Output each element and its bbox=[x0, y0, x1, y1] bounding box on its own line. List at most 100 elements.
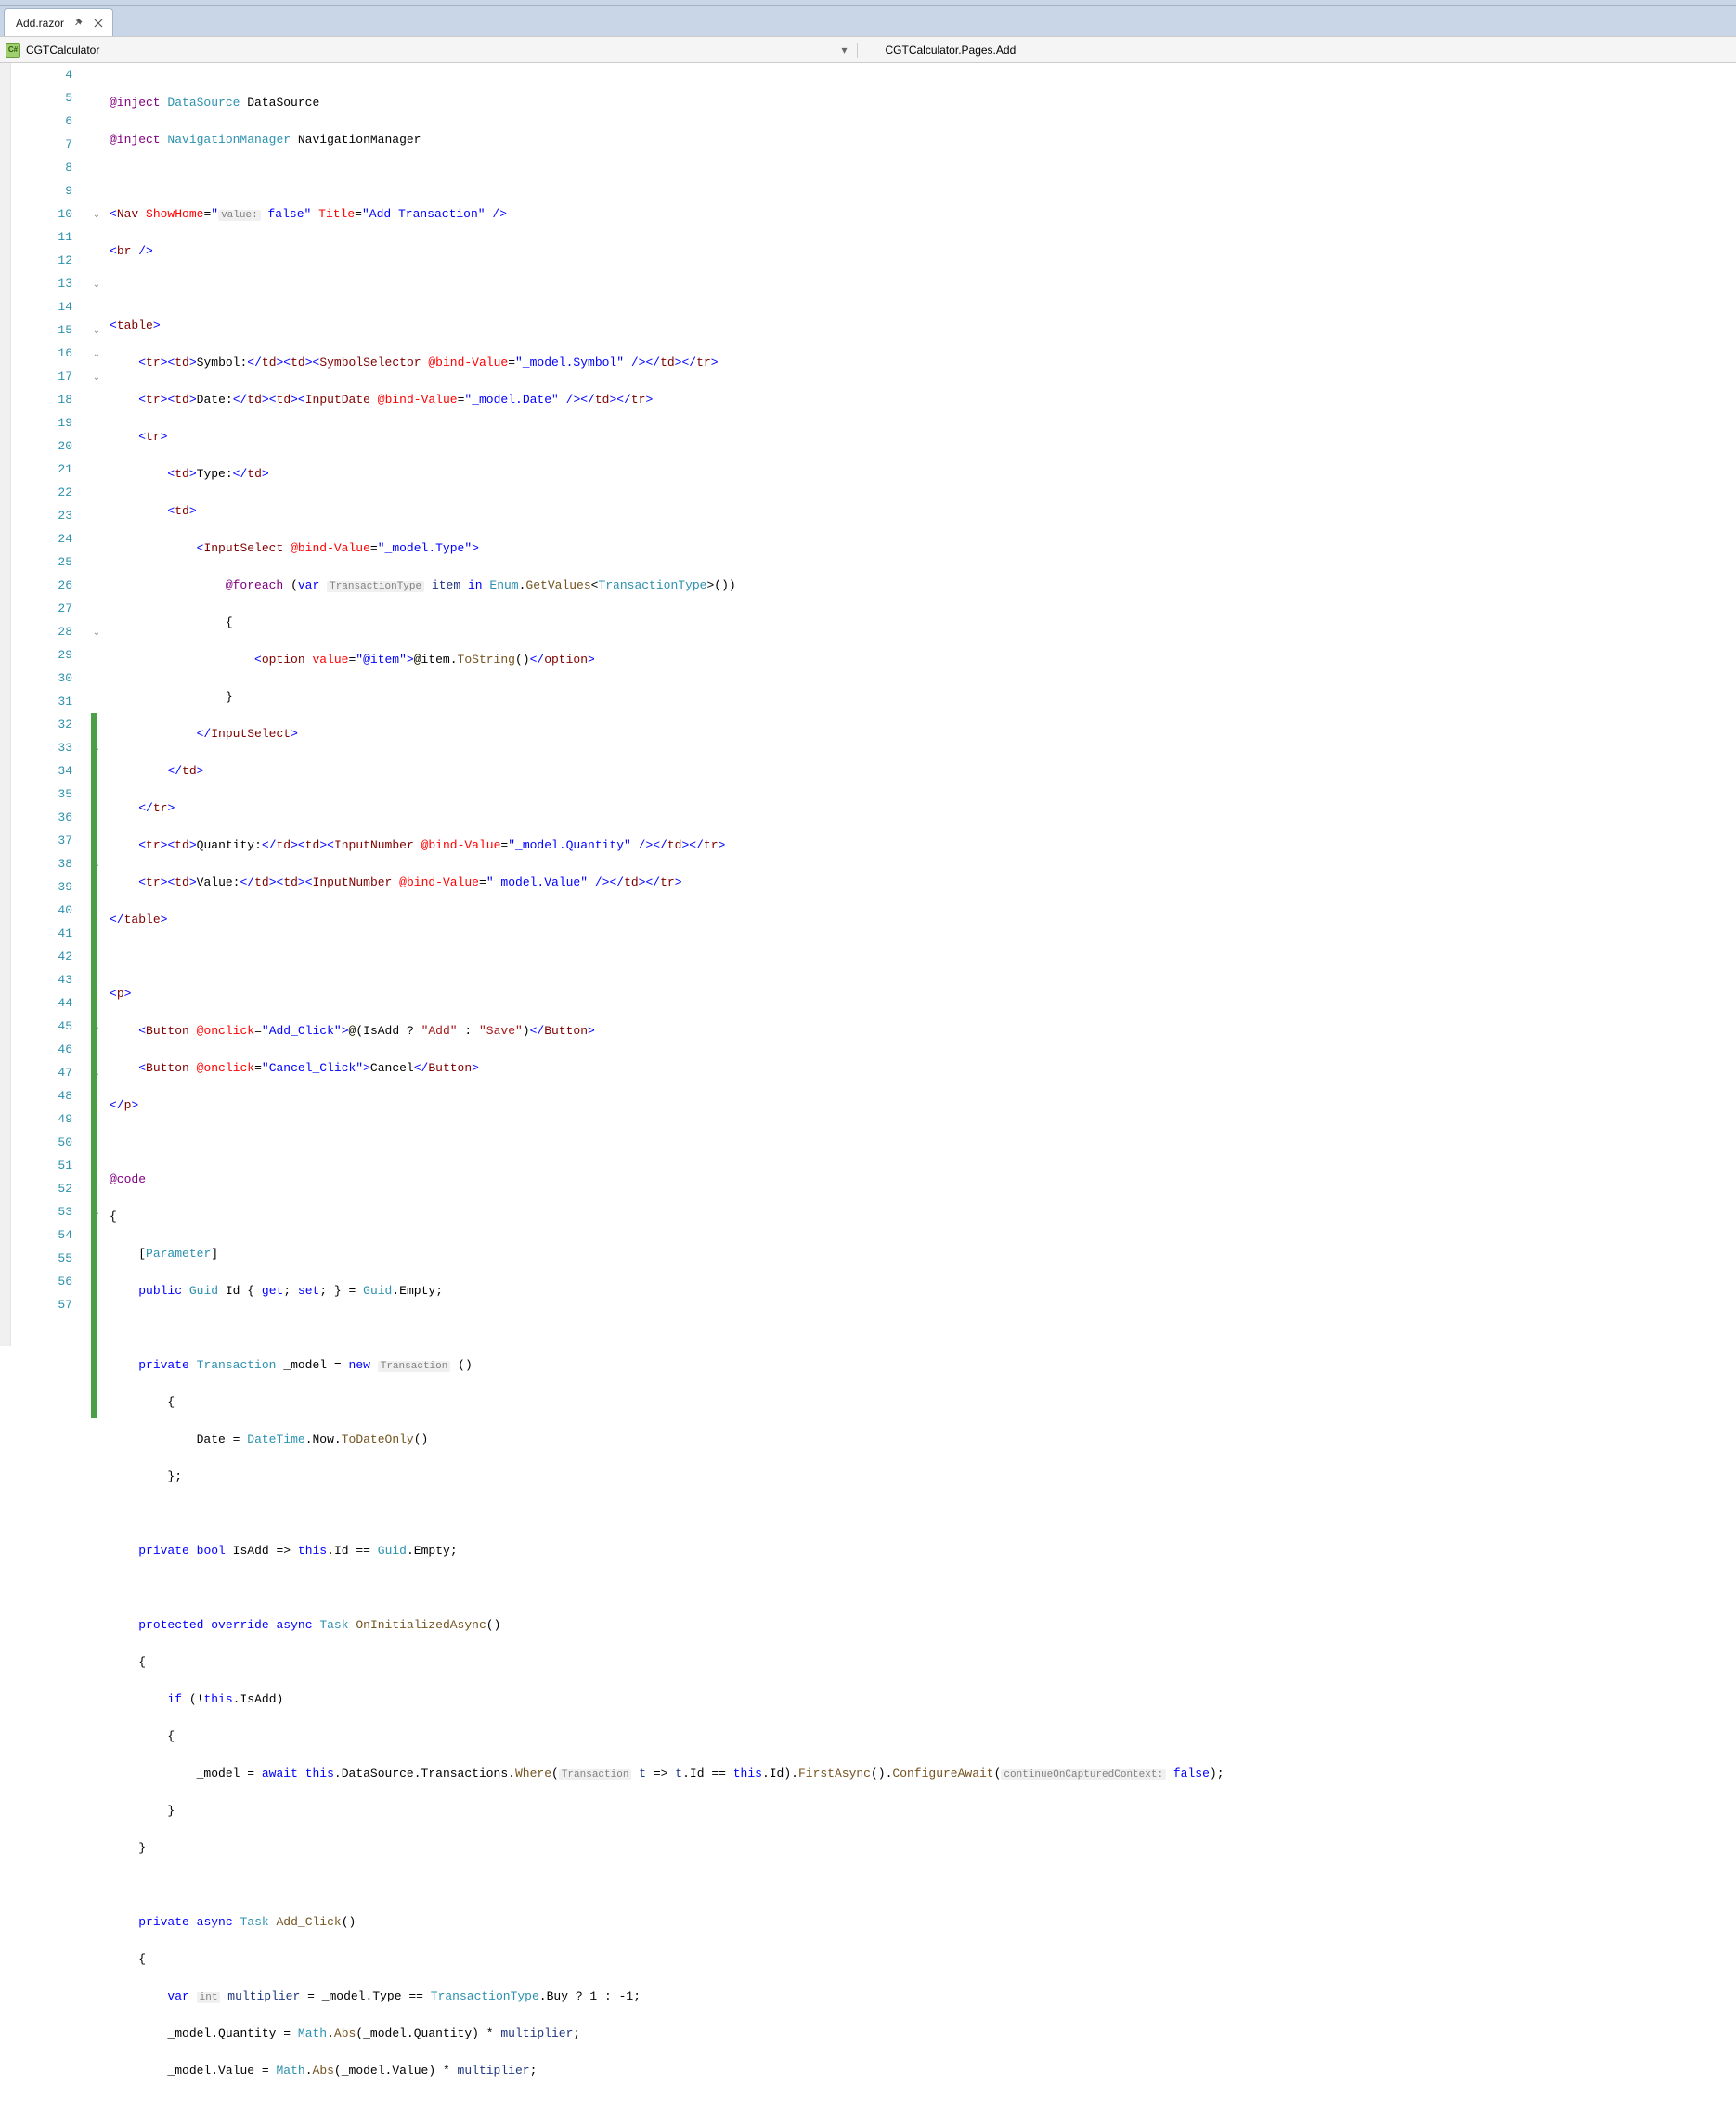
code-line[interactable]: </table> bbox=[110, 908, 1736, 931]
line-number: 26 bbox=[11, 574, 72, 597]
fold-toggle-icon[interactable]: ⌄ bbox=[91, 622, 102, 645]
code-line[interactable]: { bbox=[110, 1391, 1736, 1414]
line-number: 54 bbox=[11, 1223, 72, 1247]
fold-slot bbox=[91, 110, 108, 133]
fold-slot bbox=[91, 434, 108, 458]
code-line[interactable] bbox=[110, 1131, 1736, 1154]
fold-slot bbox=[91, 643, 108, 667]
code-line[interactable]: <tr> bbox=[110, 425, 1736, 448]
pin-icon[interactable] bbox=[71, 17, 84, 30]
code-area[interactable]: @inject DataSource DataSource @inject Na… bbox=[108, 63, 1736, 1346]
line-number: 56 bbox=[11, 1270, 72, 1293]
tab-title: Add.razor bbox=[16, 17, 64, 30]
code-line[interactable]: public Guid Id { get; set; } = Guid.Empt… bbox=[110, 1279, 1736, 1302]
code-line[interactable]: <Button @onclick="Cancel_Click">Cancel</… bbox=[110, 1056, 1736, 1080]
code-line[interactable]: <InputSelect @bind-Value="_model.Type"> bbox=[110, 537, 1736, 560]
fold-toggle-icon[interactable]: ⌄ bbox=[91, 320, 102, 343]
code-line[interactable]: var int multiplier = _model.Type == Tran… bbox=[110, 1985, 1736, 2008]
code-line[interactable]: Date = DateTime.Now.ToDateOnly() bbox=[110, 1428, 1736, 1451]
line-number: 23 bbox=[11, 504, 72, 527]
code-line[interactable]: _model.Quantity = Math.Abs(_model.Quanti… bbox=[110, 2022, 1736, 2045]
code-line[interactable]: private bool IsAdd => this.Id == Guid.Em… bbox=[110, 1539, 1736, 1562]
code-line[interactable]: <br /> bbox=[110, 239, 1736, 263]
code-line[interactable]: [Parameter] bbox=[110, 1242, 1736, 1265]
change-indicator bbox=[91, 713, 97, 1418]
code-line[interactable]: <td>Type:</td> bbox=[110, 462, 1736, 485]
fold-toggle-icon[interactable]: ⌄ bbox=[91, 274, 102, 297]
code-line[interactable] bbox=[110, 277, 1736, 300]
code-line[interactable]: <Nav ShowHome="value: false" Title="Add … bbox=[110, 202, 1736, 226]
line-number: 21 bbox=[11, 458, 72, 481]
line-number: 10 bbox=[11, 202, 72, 226]
line-number: 35 bbox=[11, 783, 72, 806]
fold-slot bbox=[91, 411, 108, 434]
fold-slot bbox=[91, 133, 108, 156]
fold-slot bbox=[91, 458, 108, 481]
line-number: 34 bbox=[11, 759, 72, 783]
fold-toggle-icon[interactable]: ⌄ bbox=[91, 343, 102, 367]
fold-slot: ⌄ bbox=[91, 318, 108, 342]
fold-toggle-icon[interactable]: ⌄ bbox=[91, 367, 102, 390]
code-line[interactable]: if (!this.IsAdd) bbox=[110, 1688, 1736, 1711]
line-number: 55 bbox=[11, 1247, 72, 1270]
code-editor[interactable]: 4567891011121314151617181920212223242526… bbox=[0, 63, 1736, 1346]
code-line[interactable] bbox=[110, 945, 1736, 968]
code-line[interactable]: @code bbox=[110, 1168, 1736, 1191]
code-line[interactable]: { bbox=[110, 611, 1736, 634]
code-line[interactable]: <tr><td>Date:</td><td><InputDate @bind-V… bbox=[110, 388, 1736, 411]
fold-slot bbox=[91, 63, 108, 86]
close-icon[interactable] bbox=[92, 17, 105, 30]
code-line[interactable]: } bbox=[110, 685, 1736, 708]
code-line[interactable] bbox=[110, 165, 1736, 188]
line-number: 13 bbox=[11, 272, 72, 295]
code-line[interactable]: { bbox=[110, 1650, 1736, 1674]
line-number: 45 bbox=[11, 1015, 72, 1038]
nav-type-dropdown[interactable]: C# CGTCalculator ▾ bbox=[0, 43, 858, 58]
code-line[interactable]: <td> bbox=[110, 499, 1736, 523]
code-line[interactable]: <tr><td>Value:</td><td><InputNumber @bin… bbox=[110, 871, 1736, 894]
code-line[interactable] bbox=[110, 1873, 1736, 1896]
code-line[interactable]: _model.Value = Math.Abs(_model.Value) * … bbox=[110, 2059, 1736, 2082]
code-line[interactable]: <table> bbox=[110, 314, 1736, 337]
code-line[interactable]: } bbox=[110, 1836, 1736, 1859]
code-line[interactable]: { bbox=[110, 1948, 1736, 1971]
code-line[interactable]: { bbox=[110, 1725, 1736, 1748]
code-line[interactable]: </InputSelect> bbox=[110, 722, 1736, 745]
fold-slot bbox=[91, 574, 108, 597]
code-line[interactable]: <tr><td>Quantity:</td><td><InputNumber @… bbox=[110, 834, 1736, 857]
chevron-down-icon[interactable]: ▾ bbox=[841, 44, 847, 57]
fold-slot bbox=[91, 690, 108, 713]
code-line[interactable] bbox=[110, 1502, 1736, 1525]
code-line[interactable]: </tr> bbox=[110, 796, 1736, 820]
code-line[interactable]: } bbox=[110, 1799, 1736, 1822]
fold-slot: ⌄ bbox=[91, 342, 108, 365]
code-line[interactable]: <tr><td>Symbol:</td><td><SymbolSelector … bbox=[110, 351, 1736, 374]
fold-column: ⌄⌄⌄⌄⌄⌄⌄⌄⌄⌄⌄ bbox=[91, 63, 108, 1346]
nav-member-dropdown[interactable]: CGTCalculator.Pages.Add bbox=[858, 44, 1736, 57]
code-line[interactable]: </td> bbox=[110, 759, 1736, 783]
code-line[interactable]: private Transaction _model = new Transac… bbox=[110, 1353, 1736, 1377]
code-line[interactable]: private async Task Add_Click() bbox=[110, 1910, 1736, 1934]
code-line[interactable] bbox=[110, 1576, 1736, 1599]
code-line[interactable]: @inject NavigationManager NavigationMana… bbox=[110, 128, 1736, 151]
code-line[interactable]: }; bbox=[110, 1465, 1736, 1488]
code-line[interactable]: <Button @onclick="Add_Click">@(IsAdd ? "… bbox=[110, 1019, 1736, 1042]
fold-toggle-icon[interactable]: ⌄ bbox=[91, 204, 102, 227]
line-number: 30 bbox=[11, 667, 72, 690]
fold-slot bbox=[91, 86, 108, 110]
code-line[interactable]: <p> bbox=[110, 982, 1736, 1005]
line-number: 27 bbox=[11, 597, 72, 620]
code-line[interactable]: <option value="@item">@item.ToString()</… bbox=[110, 648, 1736, 671]
code-line[interactable]: @inject DataSource DataSource bbox=[110, 91, 1736, 114]
code-line[interactable]: protected override async Task OnInitiali… bbox=[110, 1613, 1736, 1637]
code-line[interactable] bbox=[110, 1316, 1736, 1340]
line-number: 48 bbox=[11, 1084, 72, 1107]
line-number: 16 bbox=[11, 342, 72, 365]
code-line[interactable]: @foreach (var TransactionType item in En… bbox=[110, 574, 1736, 597]
code-line[interactable]: </p> bbox=[110, 1094, 1736, 1117]
code-line[interactable]: _model = await this.DataSource.Transacti… bbox=[110, 1762, 1736, 1785]
line-number: 11 bbox=[11, 226, 72, 249]
code-line[interactable]: { bbox=[110, 1205, 1736, 1228]
fold-slot bbox=[91, 249, 108, 272]
tab-add-razor[interactable]: Add.razor bbox=[4, 8, 113, 36]
